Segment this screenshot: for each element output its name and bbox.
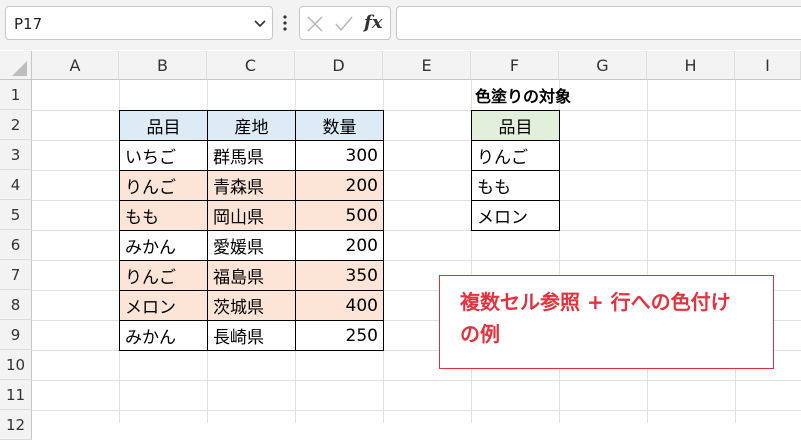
row-header-8[interactable]: 8 bbox=[0, 290, 32, 320]
column-header-b[interactable]: B bbox=[119, 51, 207, 80]
insert-function-button[interactable]: fx bbox=[364, 12, 382, 33]
formula-input[interactable] bbox=[396, 6, 801, 40]
name-box[interactable]: P17 bbox=[5, 6, 273, 40]
enter-check-icon[interactable] bbox=[334, 15, 354, 33]
target-table-title[interactable]: 色塗りの対象 bbox=[471, 80, 621, 110]
row-header-2[interactable]: 2 bbox=[0, 110, 32, 140]
column-header-h[interactable]: H bbox=[647, 51, 735, 80]
quantity-cell[interactable]: 200 bbox=[295, 230, 384, 261]
item-cell[interactable]: いちご bbox=[119, 140, 208, 171]
select-all-corner[interactable] bbox=[0, 51, 32, 80]
item-cell[interactable]: メロン bbox=[119, 290, 208, 321]
origin-cell[interactable]: 群馬県 bbox=[207, 140, 296, 171]
item-cell[interactable]: みかん bbox=[119, 320, 208, 351]
origin-cell[interactable]: 愛媛県 bbox=[207, 230, 296, 261]
row-header-6[interactable]: 6 bbox=[0, 230, 32, 260]
row-header-7[interactable]: 7 bbox=[0, 260, 32, 290]
target-header-cell[interactable]: 品目 bbox=[471, 110, 560, 141]
column-header-i[interactable]: I bbox=[735, 51, 801, 80]
header-cell-origin[interactable]: 産地 bbox=[207, 110, 296, 141]
quantity-cell[interactable]: 300 bbox=[295, 140, 384, 171]
target-item-cell[interactable]: メロン bbox=[471, 200, 560, 231]
row-header-3[interactable]: 3 bbox=[0, 140, 32, 170]
column-header-a[interactable]: A bbox=[32, 51, 119, 80]
header-cell-item[interactable]: 品目 bbox=[119, 110, 208, 141]
quantity-cell[interactable]: 400 bbox=[295, 290, 384, 321]
column-header-c[interactable]: C bbox=[207, 51, 295, 80]
row-header-12[interactable]: 12 bbox=[0, 410, 32, 440]
row-header-5[interactable]: 5 bbox=[0, 200, 32, 230]
note-line-2: の例 bbox=[460, 322, 500, 346]
target-item-cell[interactable]: もも bbox=[471, 170, 560, 201]
item-cell[interactable]: りんご bbox=[119, 260, 208, 291]
origin-cell[interactable]: 青森県 bbox=[207, 170, 296, 201]
item-cell[interactable]: もも bbox=[119, 200, 208, 231]
chevron-down-icon[interactable] bbox=[252, 15, 268, 31]
row-header-10[interactable]: 10 bbox=[0, 350, 32, 380]
target-item-cell[interactable]: りんご bbox=[471, 140, 560, 171]
quantity-cell[interactable]: 500 bbox=[295, 200, 384, 231]
note-line-1: 複数セル参照 + 行への色付け bbox=[460, 290, 731, 314]
more-options-icon[interactable] bbox=[282, 13, 288, 33]
formula-controls: fx bbox=[299, 6, 391, 40]
item-cell[interactable]: みかん bbox=[119, 230, 208, 261]
column-header-d[interactable]: D bbox=[295, 51, 383, 80]
header-cell-quantity[interactable]: 数量 bbox=[295, 110, 384, 141]
name-box-value: P17 bbox=[14, 15, 43, 33]
origin-cell[interactable]: 茨城県 bbox=[207, 290, 296, 321]
row-header-11[interactable]: 11 bbox=[0, 380, 32, 410]
select-all-triangle-icon bbox=[12, 61, 27, 76]
quantity-cell[interactable]: 200 bbox=[295, 170, 384, 201]
column-header-e[interactable]: E bbox=[383, 51, 471, 80]
row-header-1[interactable]: 1 bbox=[0, 80, 32, 110]
row-header-4[interactable]: 4 bbox=[0, 170, 32, 200]
column-header-g[interactable]: G bbox=[559, 51, 647, 80]
row-header-9[interactable]: 9 bbox=[0, 320, 32, 350]
cancel-icon[interactable] bbox=[306, 15, 324, 33]
origin-cell[interactable]: 岡山県 bbox=[207, 200, 296, 231]
origin-cell[interactable]: 長崎県 bbox=[207, 320, 296, 351]
origin-cell[interactable]: 福島県 bbox=[207, 260, 296, 291]
quantity-cell[interactable]: 350 bbox=[295, 260, 384, 291]
column-header-f[interactable]: F bbox=[471, 51, 559, 80]
quantity-cell[interactable]: 250 bbox=[295, 320, 384, 351]
item-cell[interactable]: りんご bbox=[119, 170, 208, 201]
note-textbox[interactable]: 複数セル参照 + 行への色付け の例 bbox=[439, 275, 774, 369]
